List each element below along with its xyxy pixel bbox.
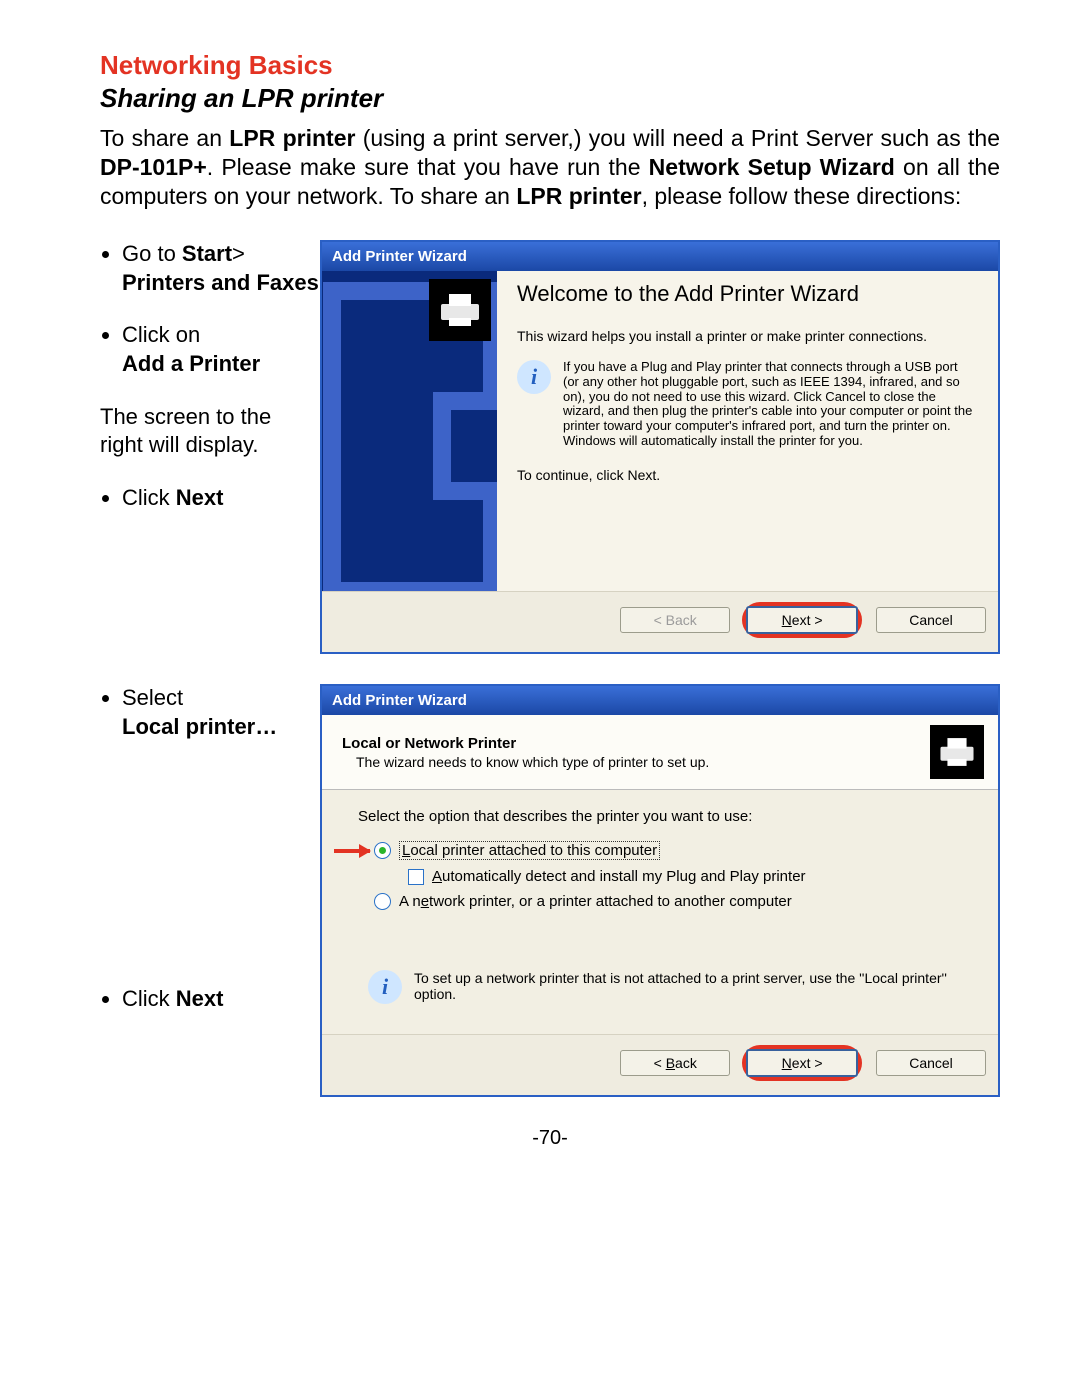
wizard-sidebar-graphic [322, 271, 497, 591]
pnp-note: If you have a Plug and Play printer that… [563, 360, 976, 450]
continue-hint: To continue, click Next. [517, 467, 976, 483]
radio-network-printer-label: A network printer, or a printer attached… [399, 893, 792, 910]
next-highlight-circle: Next > [742, 602, 862, 638]
back-button[interactable]: < Back [620, 1050, 730, 1076]
wizard-subtext: This wizard helps you install a printer … [517, 328, 976, 344]
wizard2-subtitle: The wizard needs to know which type of p… [356, 754, 930, 770]
add-printer-wizard-1: Add Printer Wizard [320, 240, 1000, 654]
wizard-titlebar: Add Printer Wizard [322, 686, 998, 715]
wizard2-title: Local or Network Printer [342, 735, 930, 752]
next-button[interactable]: Next > [746, 1049, 858, 1077]
next-highlight-circle: Next > [742, 1045, 862, 1081]
page-number: -70- [100, 1127, 1000, 1150]
printer-icon [930, 725, 984, 779]
radio-local-printer-label: Local printer attached to this computer [399, 841, 660, 860]
steps-list-2: SelectLocal printer… Click Next [100, 684, 320, 1038]
cancel-button[interactable]: Cancel [876, 607, 986, 633]
wizard2-prompt: Select the option that describes the pri… [358, 808, 970, 825]
checkbox-auto-detect-label: Automatically detect and install my Plug… [432, 868, 806, 885]
wizard-heading: Welcome to the Add Printer Wizard [517, 281, 976, 307]
wizard-titlebar: Add Printer Wizard [322, 242, 998, 271]
back-button: < Back [620, 607, 730, 633]
radio-network-printer[interactable] [374, 893, 391, 910]
radio-local-printer[interactable] [374, 842, 391, 859]
wizard2-hint: To set up a network printer that is not … [414, 970, 970, 1002]
section-title: Networking Basics [100, 50, 1000, 81]
next-button[interactable]: Next > [746, 606, 858, 634]
cancel-button[interactable]: Cancel [876, 1050, 986, 1076]
info-icon: i [368, 970, 402, 1004]
info-icon: i [517, 360, 551, 394]
add-printer-wizard-2: Add Printer Wizard Local or Network Prin… [320, 684, 1000, 1097]
red-arrow-icon [334, 849, 370, 853]
steps-list-1: Go to Start> Printers and Faxes Click on… [100, 240, 320, 536]
printer-icon [429, 279, 491, 341]
checkbox-auto-detect[interactable] [408, 869, 424, 885]
intro-paragraph: To share an LPR printer (using a print s… [100, 124, 1000, 210]
subsection-title: Sharing an LPR printer [100, 83, 1000, 114]
